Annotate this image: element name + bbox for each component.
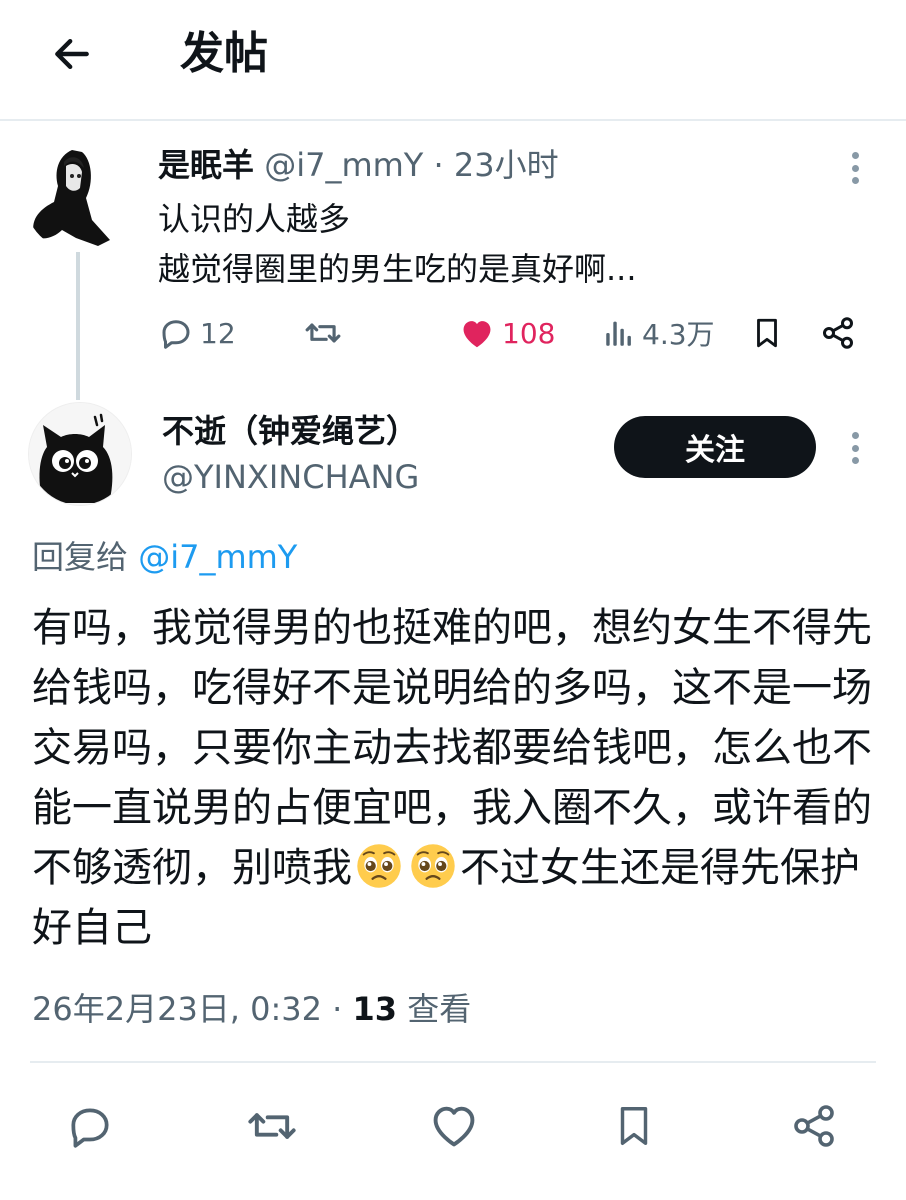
reply-author-handle[interactable]: @YINXINCHANG (162, 454, 419, 500)
retweet-button[interactable] (244, 1098, 300, 1154)
parent-time[interactable]: 23小时 (454, 146, 559, 184)
page-title: 发帖 (180, 28, 268, 79)
more-icon-dot (851, 164, 859, 172)
reply-tweet-text: 有吗，我觉得男的也挺难的吧，想约女生不得先给钱吗，吃得好不是说明给的多吗，这不是… (32, 598, 882, 958)
share-button[interactable] (786, 1098, 842, 1154)
parent-more-button[interactable] (840, 148, 870, 188)
share-icon (794, 1105, 834, 1147)
bookmark-icon (757, 318, 777, 348)
avatar[interactable] (28, 402, 132, 506)
parent-bookmark-button[interactable] (750, 308, 784, 358)
reply-count: 12 (200, 316, 236, 350)
retweet-icon (305, 323, 341, 343)
parent-share-button[interactable] (820, 308, 856, 358)
reply-author-name[interactable]: 不逝（钟爱绳艺） (162, 408, 418, 454)
parent-reply-button[interactable]: 12 (158, 308, 236, 358)
views-label: 查看 (397, 990, 472, 1028)
timestamp-text[interactable]: 26年2月23日, 0:32 · (32, 990, 353, 1028)
parent-like-button[interactable]: 108 (458, 308, 555, 358)
bookmark-icon (620, 1107, 648, 1145)
reply-icon (162, 320, 190, 349)
reply-to-label: 回复给 (32, 538, 129, 576)
bookmark-button[interactable] (606, 1098, 662, 1154)
cat-avatar-image (29, 403, 131, 505)
views-icon (606, 321, 631, 346)
heart-icon (433, 1106, 475, 1147)
tweet-timestamp: 26年2月23日, 0:32 · 13 查看 (32, 986, 471, 1032)
parent-author-handle[interactable]: @i7_mmY (264, 146, 423, 184)
like-button[interactable] (426, 1098, 482, 1154)
views-count: 4.3万 (642, 318, 715, 351)
action-divider (30, 1061, 876, 1063)
reply-views-count: 13 (352, 990, 398, 1028)
more-icon-dot (851, 444, 859, 452)
back-arrow-icon (55, 38, 89, 70)
thread-line (76, 252, 80, 400)
reply-to-line: 回复给 @i7_mmY (32, 532, 297, 582)
parent-author-name[interactable]: 是眠羊 (158, 146, 254, 184)
parent-tweet-header: 是眠羊 @i7_mmY · 23小时 (158, 142, 559, 188)
avatar[interactable] (24, 142, 134, 252)
more-icon-dot (851, 457, 859, 464)
like-count: 108 (502, 316, 556, 350)
pleading-face-icon (411, 844, 455, 888)
reply-action-bar (0, 1098, 906, 1154)
separator-dot: · (433, 146, 444, 184)
parent-action-bar: 12 108 4.3万 (158, 308, 868, 358)
parent-text-line: 越觉得圈里的男生吃的是真好啊... (158, 250, 637, 288)
reply-more-button[interactable] (840, 428, 870, 468)
header-divider (0, 119, 906, 121)
follow-button[interactable]: 关注 (614, 416, 816, 478)
parent-text-line: 认识的人越多 (158, 200, 351, 238)
reply-to-handle[interactable]: @i7_mmY (138, 538, 297, 576)
parent-tweet-text: 认识的人越多 越觉得圈里的男生吃的是真好啊... (158, 194, 637, 294)
more-icon (851, 152, 859, 159)
parent-retweet-button[interactable] (304, 308, 342, 358)
parent-views-button[interactable]: 4.3万 (602, 308, 715, 358)
avatar-image (24, 142, 134, 252)
more-icon-dot (851, 177, 859, 184)
pleading-face-icon (357, 844, 401, 888)
back-button[interactable] (44, 26, 100, 82)
heart-icon (463, 321, 491, 348)
retweet-icon (248, 1113, 296, 1139)
reply-icon (71, 1108, 109, 1148)
reply-button[interactable] (62, 1098, 118, 1154)
more-icon (851, 432, 859, 439)
top-bar: 发帖 (0, 0, 906, 121)
share-icon (823, 317, 853, 349)
